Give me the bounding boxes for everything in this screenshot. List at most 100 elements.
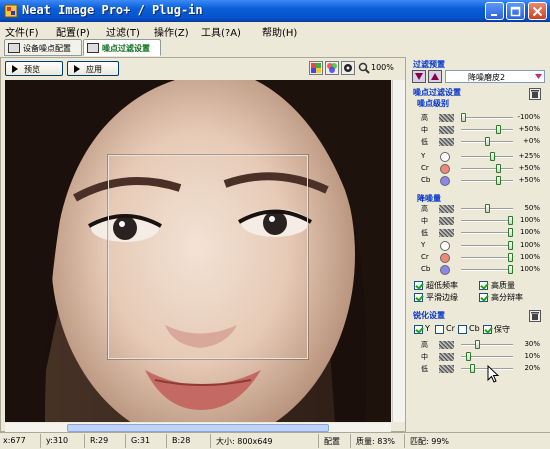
noise-texture-icon [439,205,454,213]
sharpen-channel-checkbox[interactable] [435,325,444,334]
menu-help[interactable]: 帮助(H) [262,24,297,39]
slider-track[interactable] [461,180,513,182]
noise-texture-icon [439,114,454,122]
option-label: 高分辩率 [491,293,523,302]
save-preset-button[interactable] [428,70,442,83]
image-pane: 预览 应用 100% [0,57,406,432]
menu-config[interactable]: 配置(P) [56,24,90,39]
slider-track[interactable] [461,117,513,119]
menu-filter[interactable]: 过滤(T) [106,24,140,39]
menu-tools[interactable]: 工具(?A) [201,24,241,39]
slider-track[interactable] [461,129,513,131]
slider-handle[interactable] [470,364,476,373]
slider-value: 10% [524,352,540,360]
slider-track[interactable] [461,257,513,259]
slider-label: Y [421,152,426,160]
noise-texture-icon [439,126,454,134]
minimize-button[interactable] [485,2,504,20]
slider-value: -100% [517,113,540,121]
preset-dropdown[interactable]: 降噪磨皮2 [445,70,545,83]
play-icon [74,65,80,73]
rgb-channels-icon[interactable] [325,61,339,75]
noise-texture-icon [439,341,454,349]
tab-noise-filter-settings[interactable]: 噪点过滤设置 [83,39,161,56]
horizontal-scrollbar[interactable] [5,423,391,432]
slider-handle[interactable] [461,113,466,122]
app-window: Neat Image Pro+ / Plug-in 文件(F) 配置(P) 过滤… [0,0,550,449]
load-icon [415,73,423,80]
slider-value: +50% [518,176,540,184]
slider-track[interactable] [461,269,513,271]
preview-image[interactable] [5,80,391,422]
slider-label: Cb [421,265,431,273]
color-palette-icon[interactable] [309,61,323,75]
maximize-button[interactable] [506,2,525,20]
selection-rectangle[interactable] [108,155,308,359]
menu-operation[interactable]: 操作(Z) [154,24,189,39]
slider-track[interactable] [461,168,513,170]
slider-label: Cb [421,176,431,184]
slider-handle[interactable] [496,164,502,173]
slider-handle[interactable] [484,204,490,213]
sharpen-channel-checkbox[interactable] [458,325,467,334]
zoom-icon[interactable] [358,62,370,74]
tab-label: 设备噪点配置 [23,44,71,53]
noise-level-header: 噪点级别 [417,99,449,108]
preset-value: 降噪磨皮2 [468,73,506,82]
slider-track[interactable] [461,232,513,234]
app-icon [4,4,18,18]
slider-label: 高 [421,341,428,349]
reset-sharpen-button[interactable] [529,310,541,322]
maximize-icon [510,6,521,17]
minimize-icon [491,14,497,16]
tab-device-noise-profile[interactable]: 设备噪点配置 [4,39,82,56]
status-config: 配置 [324,437,340,446]
status-divider [166,434,167,448]
slider-label: 低 [421,138,428,146]
slider-value: +50% [518,125,540,133]
status-quality: 质量: 83% [356,437,396,446]
sharpen-channel-checkbox[interactable] [414,325,423,334]
status-r: R:29 [90,436,109,445]
apply-button[interactable]: 应用 [67,61,119,76]
save-icon [431,73,439,80]
close-icon [532,6,543,17]
slider-value: +25% [518,152,540,160]
preview-button[interactable]: 预览 [5,61,63,76]
sharpen-channel-label: Cr [446,324,455,333]
slider-track[interactable] [461,220,513,222]
slider-handle[interactable] [490,152,496,161]
status-divider [84,434,85,448]
option-checkbox[interactable] [479,281,488,290]
slider-handle[interactable] [465,352,471,361]
option-checkbox[interactable] [479,293,488,302]
option-checkbox[interactable] [414,293,423,302]
load-preset-button[interactable] [412,70,426,83]
window-title: Neat Image Pro+ / Plug-in [22,3,203,17]
scrollbar-thumb[interactable] [67,424,329,432]
slider-handle[interactable] [496,176,502,185]
option-checkbox[interactable] [414,281,423,290]
status-divider [210,434,211,448]
slider-track[interactable] [461,245,513,247]
slider-handle[interactable] [475,340,481,349]
sharpen-channel-label: Y [425,324,430,333]
slider-handle[interactable] [496,125,502,134]
status-x: x:677 [3,436,26,445]
apply-label: 应用 [86,65,102,74]
status-match: 匹配: 99% [410,437,450,446]
vertical-scrollbar[interactable] [392,80,405,422]
slider-value: 100% [519,241,540,249]
slider-value: 100% [519,265,540,273]
close-button[interactable] [528,2,547,20]
reset-noise-button[interactable] [529,88,541,100]
slider-track[interactable] [461,344,513,346]
slider-value: +50% [518,164,540,172]
slider-label: 高 [421,205,428,213]
slider-handle[interactable] [484,137,490,146]
slider-track[interactable] [461,156,513,158]
sharpen-channel-checkbox[interactable] [483,325,492,334]
settings-icon[interactable] [341,61,355,75]
slider-value: +0% [523,137,540,145]
menu-file[interactable]: 文件(F) [5,24,39,39]
